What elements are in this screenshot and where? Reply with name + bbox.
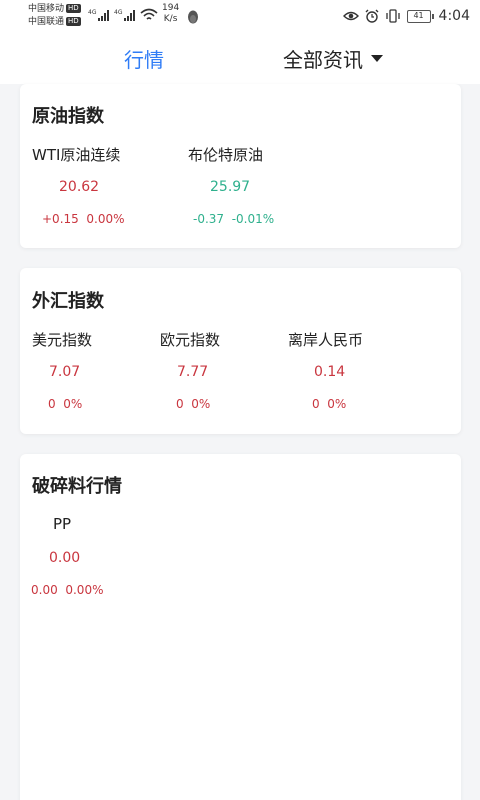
quote-name: 布伦特原油 (188, 146, 264, 164)
quote-item-pp[interactable]: PP 0.00 0.00 0.00% (31, 515, 171, 605)
quote-item-usd[interactable]: 美元指数 7.07 0 0% (32, 329, 172, 419)
quote-price: 7.77 (177, 364, 209, 380)
quote-item-wti[interactable]: WTI原油连续 20.62 +0.15 0.00% (32, 144, 172, 234)
hd-badge: HD (66, 17, 81, 26)
quote-change: +0.15 0.00% (42, 212, 125, 226)
eye-icon (342, 11, 359, 21)
system-icons: 41 4:04 (342, 8, 470, 24)
vibrate-icon (385, 9, 400, 23)
section-title: 外汇指数 (32, 291, 104, 312)
caret-down-icon (371, 55, 383, 62)
quote-change: 0 0% (176, 397, 211, 411)
tab-market[interactable]: 行情 (124, 44, 164, 73)
carrier-1: 中国移动 (28, 4, 65, 14)
alarm-clock-icon (365, 9, 379, 23)
quote-name: 欧元指数 (160, 331, 221, 349)
section-title: 原油指数 (32, 106, 104, 127)
tab-all-news[interactable]: 全部资讯 (283, 44, 383, 73)
clock: 4:04 (438, 8, 470, 24)
forex-card: 外汇指数 美元指数 7.07 0 0% 欧元指数 7.77 0 0% 离岸人民币… (20, 268, 461, 434)
quote-name: WTI原油连续 (32, 146, 121, 164)
quote-item-brent[interactable]: 布伦特原油 25.97 -0.37 -0.01% (188, 144, 328, 234)
quote-price: 0.14 (314, 364, 346, 380)
crushed-material-card: 破碎料行情 PP 0.00 0.00 0.00% (20, 454, 461, 800)
signal-strength-icon: 4G (114, 9, 135, 21)
penguin-icon (188, 10, 198, 24)
quote-price: 20.62 (59, 179, 100, 195)
quote-item-cnh[interactable]: 离岸人民币 0.14 0 0% (288, 329, 428, 419)
status-bar: 中国移动 HD 中国联通 HD 4G 4G 194 K/s 41 4:04 (0, 0, 480, 32)
quote-price: 25.97 (210, 179, 251, 195)
quote-price: 7.07 (49, 364, 81, 380)
quote-name: 美元指数 (32, 331, 93, 349)
wifi-icon (140, 8, 158, 20)
quote-name: PP (53, 515, 72, 533)
svg-text:4G: 4G (114, 9, 123, 16)
carrier-info: 中国移动 HD 中国联通 HD (28, 3, 81, 29)
crude-oil-card: 原油指数 WTI原油连续 20.62 +0.15 0.00% 布伦特原油 25.… (20, 84, 461, 248)
quote-change: 0 0% (48, 397, 83, 411)
svg-text:4G: 4G (88, 9, 97, 16)
battery-icon: 41 (406, 9, 434, 23)
hd-badge: HD (66, 4, 81, 13)
header-tabs: 行情 全部资讯 (0, 32, 480, 84)
quote-change: -0.37 -0.01% (193, 212, 275, 226)
quote-name: 离岸人民币 (288, 331, 364, 349)
section-title: 破碎料行情 (32, 476, 122, 497)
quote-change: 0 0% (312, 397, 347, 411)
quote-change: 0.00 0.00% (31, 583, 104, 597)
signal-strength-icon: 4G (88, 9, 109, 21)
tab-all-news-label: 全部资讯 (283, 48, 363, 72)
network-speed: 194 K/s (162, 3, 180, 24)
quote-item-eur[interactable]: 欧元指数 7.77 0 0% (160, 329, 300, 419)
carrier-2: 中国联通 (28, 17, 65, 27)
quote-price: 0.00 (49, 550, 81, 566)
